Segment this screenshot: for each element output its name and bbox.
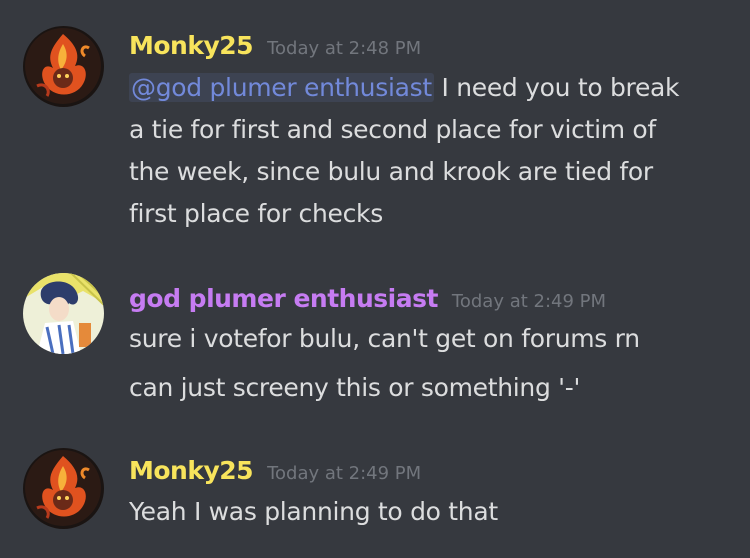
fire-monkey-avatar-icon[interactable] <box>23 448 104 529</box>
message-line: Yeah I was planning to do that <box>129 497 498 526</box>
user-mention[interactable]: @god plumer enthusiast <box>129 73 434 102</box>
message-timestamp: Today at 2:49 PM <box>267 463 422 484</box>
message-line: a tie for first and second place for vic… <box>129 115 656 144</box>
author-name[interactable]: Monky25 <box>129 31 254 60</box>
message-line: first place for checks <box>129 199 383 228</box>
fire-monkey-avatar-icon[interactable] <box>23 26 104 107</box>
message-line: can just screeny this or something '-' <box>129 373 581 402</box>
message-timestamp: Today at 2:49 PM <box>451 291 607 312</box>
message-line: @god plumer enthusiast I need you to bre… <box>129 73 680 102</box>
author-name[interactable]: god plumer enthusiast <box>129 284 438 313</box>
message-timestamp: Today at 2:48 PM <box>267 38 422 59</box>
author-name[interactable]: Monky25 <box>129 456 254 485</box>
anime-character-avatar-icon[interactable] <box>23 273 104 354</box>
message-line: the week, since bulu and krook are tied … <box>129 157 653 186</box>
message-text: I need you to break <box>433 73 680 102</box>
message-line: sure i votefor bulu, can't get on forums… <box>129 324 640 353</box>
